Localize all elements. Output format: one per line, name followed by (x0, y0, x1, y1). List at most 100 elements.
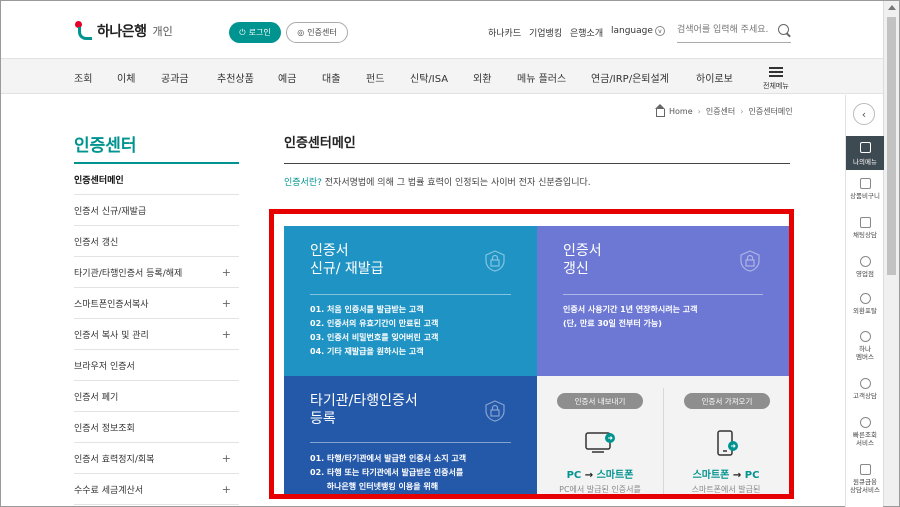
scroll-thumb[interactable] (887, 17, 896, 275)
link-corporate-banking[interactable]: 기업뱅킹 (529, 26, 562, 39)
language-label: language (611, 26, 653, 36)
sidebar-item-new-reissue[interactable]: 인증서 신규/재발급 (74, 195, 239, 226)
hamburger-menu-icon[interactable] (769, 67, 783, 77)
plus-icon[interactable]: + (222, 452, 231, 465)
nav-deposit[interactable]: 예금 (278, 70, 296, 85)
chevron-left-icon: ‹ (861, 107, 867, 121)
cert-center-label: 인증센터 (307, 28, 337, 37)
plus-icon[interactable]: + (222, 483, 231, 496)
globe-icon (859, 293, 871, 304)
my-menu-icon (859, 142, 871, 153)
sidebar-item-tax-invoice[interactable]: 수수료 세금계산서 + (74, 474, 239, 505)
nav-recommended[interactable]: 추천상품 (217, 70, 254, 85)
sidebar-item-label: 인증서 신규/재발급 (74, 206, 147, 217)
intro-highlight: 인증서란? (284, 178, 322, 188)
nav-inquiry[interactable]: 조회 (74, 70, 92, 85)
all-menu-label[interactable]: 전체메뉴 (763, 81, 789, 91)
cert-center-button[interactable]: ◎ 인증센터 (286, 22, 348, 43)
sidebar-item-other-bank-register[interactable]: 타기관/타행인증서 등록/해제 + (74, 257, 239, 288)
location-pin-icon (859, 256, 871, 267)
red-highlight-box (269, 209, 794, 499)
title-rule (284, 163, 790, 164)
hana-bank-logo[interactable]: 하나은행 개인 (75, 21, 173, 41)
cert-icon: ◎ (297, 28, 305, 37)
sidebar-item-label: 인증서 정보조회 (74, 423, 135, 434)
nav-pension[interactable]: 연금/IRP/은퇴설계 (591, 70, 669, 85)
rail-label: 하나 멤버스 (856, 345, 874, 361)
rail-label: 채팅상담 (853, 231, 877, 239)
plus-icon[interactable]: + (222, 266, 231, 279)
sidebar-item-suspend-restore[interactable]: 인증서 효력정지/회복 + (74, 443, 239, 474)
sidebar-item-renew[interactable]: 인증서 갱신 (74, 226, 239, 257)
rail-hana-members[interactable]: 하나 멤버스 (846, 331, 884, 361)
phone-icon (859, 378, 871, 389)
members-icon (859, 331, 871, 342)
logo-sub: 개인 (152, 25, 173, 38)
rail-product-basket[interactable]: 상품비구니 (846, 178, 884, 200)
main-nav: 조회 이체 공과금 추천상품 예금 대출 펀드 신탁/ISA 외환 메뉴 플러스… (1, 58, 883, 94)
basket-icon (859, 178, 871, 189)
nav-hirobo[interactable]: 하이로보 (696, 70, 733, 85)
sidebar-item-label: 인증서 폐기 (74, 392, 119, 403)
rail-oneq-consult[interactable]: 원큐금융 상담서비스 (846, 464, 884, 494)
nav-transfer[interactable]: 이체 (117, 70, 135, 85)
nav-menu-plus[interactable]: 메뉴 플러스 (517, 70, 566, 85)
language-select[interactable]: language v (611, 26, 665, 36)
sidebar-item-revoke[interactable]: 인증서 폐기 (74, 381, 239, 412)
page-title: 인증센터메인 (284, 136, 356, 151)
scroll-up-arrow-icon[interactable] (888, 5, 896, 10)
breadcrumb-current: 인증센터메인 (748, 107, 793, 116)
plus-icon[interactable]: + (222, 297, 231, 310)
sidebar-menu: 인증센터메인 인증서 신규/재발급 인증서 갱신 타기관/타행인증서 등록/해제… (74, 164, 239, 505)
plus-icon[interactable]: + (222, 328, 231, 341)
link-hana-card[interactable]: 하나카드 (488, 26, 521, 39)
breadcrumb: Home › 인증센터 › 인증센터메인 (655, 104, 793, 117)
sidebar-item-label: 브라우저 인증서 (74, 361, 135, 372)
rail-quick-inquiry[interactable]: 빠른조회 서비스 (846, 417, 884, 447)
logo-text: 하나은행 (97, 24, 147, 40)
breadcrumb-home[interactable]: Home (669, 107, 693, 116)
breadcrumb-cert-center[interactable]: 인증센터 (706, 106, 735, 117)
rail-collapse-button[interactable]: ‹ (853, 103, 875, 125)
rail-forex-portal[interactable]: 외환포탈 (846, 293, 884, 315)
sidebar-item-cert-main[interactable]: 인증센터메인 (74, 164, 239, 195)
nav-loan[interactable]: 대출 (322, 70, 340, 85)
rail-label: 고객상담 (853, 392, 877, 400)
hana-logo-mark-icon (75, 21, 93, 41)
sidebar-item-smartphone-copy[interactable]: 스마트폰인증서복사 + (74, 288, 239, 319)
rail-branch[interactable]: 영업점 (846, 256, 884, 278)
search-box[interactable] (677, 19, 791, 43)
rail-label: 원큐금융 상담서비스 (850, 478, 880, 494)
sidebar-item-label: 인증서 복사 및 관리 (74, 330, 149, 341)
sidebar-item-info[interactable]: 인증서 정보조회 (74, 412, 239, 443)
magnifier-icon (859, 417, 871, 428)
rail-my-menu[interactable]: 나의메뉴 (846, 136, 884, 170)
nav-trust-isa[interactable]: 신탁/ISA (410, 70, 448, 85)
sidebar-title: 인증센터 (74, 136, 137, 156)
sidebar-item-label: 인증서 효력정지/회복 (74, 454, 155, 465)
chevron-down-icon: v (654, 26, 665, 36)
sidebar-item-label: 인증센터메인 (74, 175, 124, 186)
breadcrumb-separator: › (740, 107, 744, 116)
rail-label: 빠른조회 서비스 (853, 431, 877, 447)
search-input[interactable] (677, 19, 771, 41)
rail-chat[interactable]: 채팅상담 (846, 217, 884, 239)
login-button[interactable]: ⏻ 로그인 (229, 22, 281, 43)
quick-menu-rail: ‹ 나의메뉴 상품비구니 채팅상담 영업점 외환포탈 하나 멤버스 고객상담 빠… (845, 95, 884, 507)
sidebar-item-label: 수수료 세금계산서 (74, 485, 144, 496)
rail-active-label: 나의메뉴 (853, 158, 877, 166)
page-scrollbar[interactable] (883, 1, 899, 506)
sidebar-item-copy-manage[interactable]: 인증서 복사 및 관리 + (74, 319, 239, 350)
rail-customer-service[interactable]: 고객상담 (846, 378, 884, 400)
sidebar-item-label: 타기관/타행인증서 등록/해제 (74, 268, 183, 279)
nav-utility-bills[interactable]: 공과금 (161, 70, 189, 85)
nav-forex[interactable]: 외환 (473, 70, 491, 85)
sidebar-item-label: 스마트폰인증서복사 (74, 299, 149, 310)
sidebar-item-browser-cert[interactable]: 브라우저 인증서 (74, 350, 239, 381)
breadcrumb-separator: › (697, 107, 701, 116)
chat-icon (859, 217, 871, 228)
link-bank-intro[interactable]: 은행소개 (570, 26, 603, 39)
nav-fund[interactable]: 펀드 (366, 70, 384, 85)
sidebar-item-label: 인증서 갱신 (74, 237, 119, 248)
search-icon[interactable] (778, 24, 789, 35)
